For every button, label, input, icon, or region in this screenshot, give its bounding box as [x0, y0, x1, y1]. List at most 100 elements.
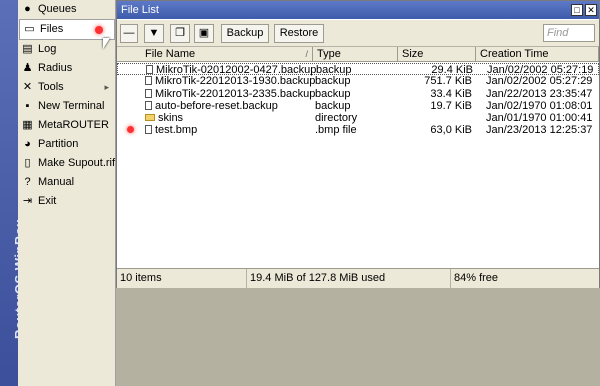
- size-cell: 33.4 KiB: [430, 87, 472, 100]
- item-count: 10 items: [117, 269, 247, 288]
- file-icon: [145, 88, 152, 98]
- sidebar-item-label: Exit: [38, 195, 57, 207]
- files-icon: ▭: [24, 23, 35, 35]
- file-icon: [145, 76, 152, 86]
- file-name-cell: MikroTik-22012013-1930.backup: [145, 75, 315, 87]
- paste-button[interactable]: ▣: [194, 24, 214, 43]
- type-cell: backup: [315, 99, 351, 112]
- copy-icon: ❐: [175, 27, 185, 39]
- file-icon: [145, 100, 152, 110]
- type-cell: .bmp file: [315, 124, 357, 137]
- file-name-cell: MikroTik-02012002-0427.backup: [146, 64, 316, 76]
- sidebar-menu: ● Queues ▭ Files ▤ Log ♟ Radius ✕ Tools …: [18, 0, 116, 386]
- size-cell: 751.7 KiB: [424, 75, 472, 88]
- sidebar-item-label: Files: [40, 23, 64, 35]
- tools-icon: ✕: [22, 81, 33, 93]
- file-icon: [146, 65, 153, 74]
- sidebar-item-label: Partition: [38, 138, 79, 150]
- size-cell: 19.7 KiB: [430, 99, 472, 112]
- creation-time-cell: Jan/01/1970 01:00:41: [486, 112, 593, 125]
- table-header: File Name / Type Size Creation Time: [117, 47, 599, 62]
- column-header-type[interactable]: Type: [313, 47, 398, 61]
- find-input[interactable]: Find: [543, 24, 595, 42]
- sidebar-item-label: Log: [38, 43, 57, 55]
- creation-time-cell: Jan/22/2013 23:35:47: [486, 87, 593, 100]
- queues-icon: ●: [24, 3, 31, 15]
- disk-usage: 19.4 MiB of 127.8 MiB used: [247, 269, 451, 288]
- paste-icon: ▣: [198, 27, 210, 39]
- sidebar-item-radius[interactable]: ♟ Radius: [18, 59, 115, 78]
- column-header-file-name[interactable]: File Name /: [141, 47, 313, 61]
- log-icon: ▤: [22, 43, 33, 55]
- sidebar-item-label: Tools: [38, 81, 64, 93]
- minus-icon: —: [123, 27, 135, 39]
- size-cell: 63,0 KiB: [430, 124, 472, 137]
- filter-icon: ▼: [148, 27, 160, 39]
- copy-button[interactable]: ❐: [170, 24, 190, 43]
- file-name-cell: MikroTik-22012013-2335.backup: [145, 88, 315, 100]
- table-row[interactable]: MikroTik-22012013-2335.backup backup 33.…: [117, 88, 599, 100]
- creation-time-cell: Jan/02/2002 05:27:29: [486, 75, 593, 88]
- window-titlebar[interactable]: File List □ ✕: [117, 1, 599, 19]
- submenu-arrow-icon: ▸: [104, 82, 109, 92]
- filter-button[interactable]: ▼: [144, 24, 164, 43]
- desktop-area: [116, 288, 600, 386]
- metarouter-icon: ▦: [22, 119, 33, 131]
- table-row[interactable]: MikroTik-02012002-0427.backup backup 29.…: [117, 63, 599, 76]
- sidebar-item-label: New Terminal: [38, 100, 105, 112]
- sidebar-item-log[interactable]: ▤ Log: [18, 40, 115, 59]
- supout-icon: ▯: [24, 157, 31, 169]
- brand-strip: RouterOS WinBox: [0, 0, 27, 386]
- type-cell: directory: [315, 112, 358, 125]
- mouse-pointer-icon: [103, 38, 110, 49]
- column-header-creation-time[interactable]: Creation Time: [476, 47, 599, 61]
- sidebar-item-tools[interactable]: ✕ Tools ▸: [18, 78, 115, 97]
- restore-button[interactable]: Restore: [274, 24, 324, 43]
- file-name-cell: auto-before-reset.backup: [145, 100, 278, 112]
- folder-icon: [145, 114, 155, 122]
- sidebar-item-label: Make Supout.rif: [38, 157, 116, 169]
- sidebar-item-exit[interactable]: ⇥ Exit: [18, 192, 115, 211]
- partition-icon: ◕: [24, 138, 31, 150]
- maximize-icon[interactable]: □: [571, 4, 583, 16]
- close-icon[interactable]: ✕: [585, 4, 597, 16]
- type-cell: backup: [315, 87, 351, 100]
- type-cell: backup: [315, 75, 351, 88]
- disk-free: 84% free: [454, 272, 499, 284]
- file-list-window: File List □ ✕ — ▼ ❐ ▣ Backup Restore Fin…: [116, 0, 600, 288]
- backup-button[interactable]: Backup: [221, 24, 269, 43]
- exit-icon: ⇥: [22, 195, 33, 207]
- click-marker-file: [127, 126, 134, 134]
- sidebar-item-label: Queues: [38, 3, 77, 15]
- sidebar-item-new-terminal[interactable]: ▪ New Terminal: [18, 97, 115, 116]
- file-name-cell: test.bmp: [145, 124, 197, 136]
- window-title: File List: [121, 4, 159, 16]
- size-cell: 29.4 KiB: [431, 64, 473, 76]
- table-row[interactable]: MikroTik-22012013-1930.backup backup 751…: [117, 75, 599, 87]
- sort-indicator-icon: /: [305, 49, 308, 59]
- creation-time-cell: Jan/23/2013 12:25:37: [486, 124, 593, 137]
- table-row[interactable]: test.bmp .bmp file 63,0 KiB Jan/23/2013 …: [117, 124, 599, 136]
- remove-button[interactable]: —: [120, 24, 138, 43]
- creation-time-cell: Jan/02/2002 05:27:19: [487, 64, 594, 76]
- sidebar-item-manual[interactable]: ? Manual: [18, 173, 115, 192]
- terminal-icon: ▪: [25, 100, 30, 112]
- table-row[interactable]: auto-before-reset.backup backup 19.7 KiB…: [117, 100, 599, 112]
- column-header-size[interactable]: Size: [398, 47, 476, 61]
- sidebar-item-partition[interactable]: ◕ Partition: [18, 135, 115, 154]
- table-row[interactable]: skins directory Jan/01/1970 01:00:41: [117, 112, 599, 124]
- sidebar-item-label: Radius: [38, 62, 73, 74]
- file-name-cell: skins: [145, 112, 183, 124]
- file-table: File Name / Type Size Creation Time Mikr…: [117, 47, 599, 137]
- sidebar-item-label: MetaROUTER: [38, 119, 109, 131]
- manual-icon: ?: [24, 176, 31, 188]
- sidebar-item-label: Manual: [38, 176, 75, 188]
- toolbar: — ▼ ❐ ▣ Backup Restore Find: [117, 20, 599, 47]
- sidebar-item-metarouter[interactable]: ▦ MetaROUTER: [18, 116, 115, 135]
- creation-time-cell: Jan/02/1970 01:08:01: [486, 99, 593, 112]
- file-icon: [145, 125, 152, 135]
- sidebar-item-make-supout[interactable]: ▯ Make Supout.rif: [18, 154, 115, 173]
- sidebar-item-queues[interactable]: ● Queues: [18, 0, 115, 19]
- type-cell: backup: [316, 64, 352, 76]
- status-bar: 10 items 19.4 MiB of 127.8 MiB used 84% …: [117, 268, 599, 288]
